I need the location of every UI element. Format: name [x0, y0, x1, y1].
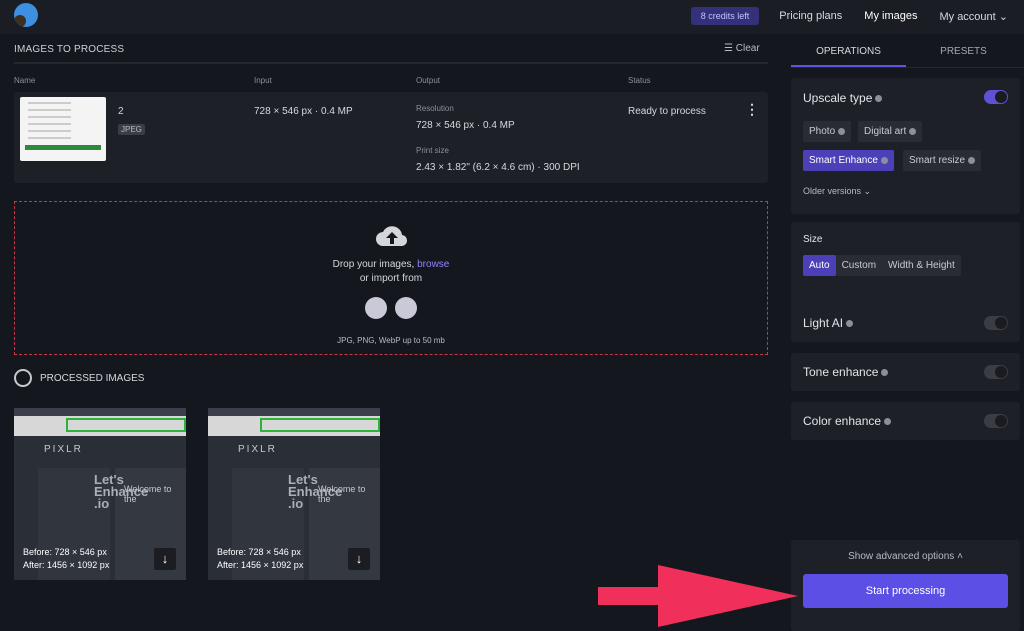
status-text: Ready to process [628, 106, 706, 117]
tone-enhance-toggle[interactable] [984, 365, 1008, 379]
size-options: Auto Custom Width & Height [803, 255, 961, 276]
chevron-up-icon: ˄ [957, 551, 963, 562]
top-bar: 8 credits left Pricing plans My images M… [0, 0, 1024, 34]
color-enhance-panel: Color enhance [791, 402, 1020, 440]
info-icon [909, 127, 917, 135]
info-icon [838, 127, 846, 135]
upscale-toggle[interactable] [984, 90, 1008, 104]
input-size: 728 × 546 px · 0.4 MP [254, 106, 353, 117]
type-digital-art[interactable]: Digital art [858, 121, 923, 142]
thumb-welcome: Welcome to the [124, 484, 172, 504]
divider [14, 62, 768, 64]
type-photo[interactable]: Photo [803, 121, 852, 142]
info-icon [968, 156, 976, 164]
thumb-welcome: Welcome to the [318, 484, 366, 504]
start-processing-button[interactable]: Start processing [803, 574, 1008, 608]
processed-title: PROCESSED IMAGES [40, 372, 145, 384]
resolution-label: Resolution [416, 104, 454, 113]
size-width-height[interactable]: Width & Height [882, 255, 961, 276]
thumb-brand: PIXLR [238, 444, 277, 455]
older-versions-toggle[interactable]: Older versions ⌄ [803, 186, 871, 197]
column-status: Status [628, 76, 651, 85]
select-all-checkbox[interactable] [14, 369, 32, 387]
info-icon [846, 320, 854, 328]
browse-link[interactable]: browse [417, 259, 449, 270]
nav-my-account-label: My account [939, 10, 996, 23]
advanced-options-toggle[interactable]: Show advanced options ˄ [791, 551, 1020, 562]
print-size-label: Print size [416, 146, 449, 155]
logo[interactable] [14, 3, 38, 27]
import-source-2-icon[interactable] [395, 297, 417, 319]
size-info: Before: 728 × 546 px After: 1456 × 1092 p… [23, 547, 110, 570]
cloud-upload-icon [376, 226, 408, 247]
table-row: 2 JPEG 728 × 546 px · 0.4 MP Resolution … [14, 92, 768, 183]
more-options-icon[interactable]: ⋮ [745, 101, 759, 118]
drop-text: Drop your images, browse [15, 259, 767, 270]
type-smart-resize[interactable]: Smart resize [903, 150, 982, 171]
clear-label: Clear [735, 43, 760, 54]
drop-zone[interactable]: Drop your images, browse or import from … [14, 201, 768, 355]
column-name: Name [14, 76, 36, 85]
size-custom[interactable]: Custom [835, 255, 883, 276]
tone-enhance-label: Tone enhance [803, 365, 889, 379]
import-source-1-icon[interactable] [365, 297, 387, 319]
processed-image-card[interactable]: PIXLR Let's Enhance .io Welcome to the Bef… [208, 408, 380, 580]
main-area: IMAGES TO PROCESS ☰ Clear Name Input Out… [0, 34, 780, 631]
color-enhance-toggle[interactable] [984, 414, 1008, 428]
type-smart-enhance[interactable]: Smart Enhance [803, 150, 894, 171]
tone-enhance-panel: Tone enhance [791, 353, 1020, 391]
chevron-down-icon: ⌄ [863, 186, 872, 196]
size-auto[interactable]: Auto [803, 255, 836, 276]
formats-text: JPG, PNG, WebP up to 50 mb [337, 336, 445, 345]
processed-image-card[interactable]: PIXLR Let's Enhance .io Welcome to the Bef… [14, 408, 186, 580]
processed-header: PROCESSED IMAGES [14, 369, 144, 387]
upscale-panel: Upscale type Photo Digital art Smart Enh… [791, 78, 1020, 214]
nav-my-account[interactable]: My account ⌄ [939, 10, 1008, 23]
tab-operations[interactable]: OPERATIONS [791, 44, 906, 67]
clear-list-icon: ☰ [724, 43, 733, 54]
upscale-title: Upscale type [803, 91, 883, 105]
download-icon[interactable]: ↓ [154, 548, 176, 570]
clear-button[interactable]: ☰ Clear [724, 43, 760, 54]
light-ai-toggle[interactable] [984, 316, 1008, 330]
column-input: Input [254, 76, 272, 85]
image-thumbnail [20, 97, 106, 161]
info-icon [884, 418, 892, 426]
images-to-process-title: IMAGES TO PROCESS [14, 44, 125, 55]
tab-presets[interactable]: PRESETS [906, 44, 1021, 67]
light-ai-panel: Light AI [791, 304, 1020, 342]
info-icon[interactable] [875, 95, 883, 103]
output-resolution: 728 × 546 px · 0.4 MP [416, 120, 515, 131]
image-name: 2 [118, 106, 124, 117]
annotation-arrow-icon [598, 565, 798, 627]
size-title: Size [803, 234, 823, 245]
import-text: or import from [359, 273, 423, 284]
size-info: Before: 728 × 546 px After: 1456 × 1092 p… [217, 547, 304, 570]
light-ai-label: Light AI [803, 316, 854, 330]
info-icon [881, 369, 889, 377]
sidebar: OPERATIONS PRESETS Upscale type Photo Di… [780, 34, 1024, 631]
print-size: 2.43 × 1.82" (6.2 × 4.6 cm) · 300 DPI [416, 162, 580, 173]
top-nav: 8 credits left Pricing plans My images M… [690, 7, 1008, 25]
chevron-down-icon: ⌄ [998, 10, 1008, 23]
nav-pricing-plans[interactable]: Pricing plans [779, 10, 842, 22]
column-output: Output [416, 76, 441, 85]
info-icon [880, 156, 888, 164]
credits-badge[interactable]: 8 credits left [690, 7, 760, 25]
drop-label: Drop your images, [332, 259, 415, 270]
thumb-brand: PIXLR [44, 444, 83, 455]
sidebar-tabs: OPERATIONS PRESETS [791, 44, 1024, 68]
format-badge: JPEG [118, 124, 145, 135]
color-enhance-label: Color enhance [803, 414, 892, 428]
download-icon[interactable]: ↓ [348, 548, 370, 570]
nav-my-images[interactable]: My images [864, 10, 917, 22]
